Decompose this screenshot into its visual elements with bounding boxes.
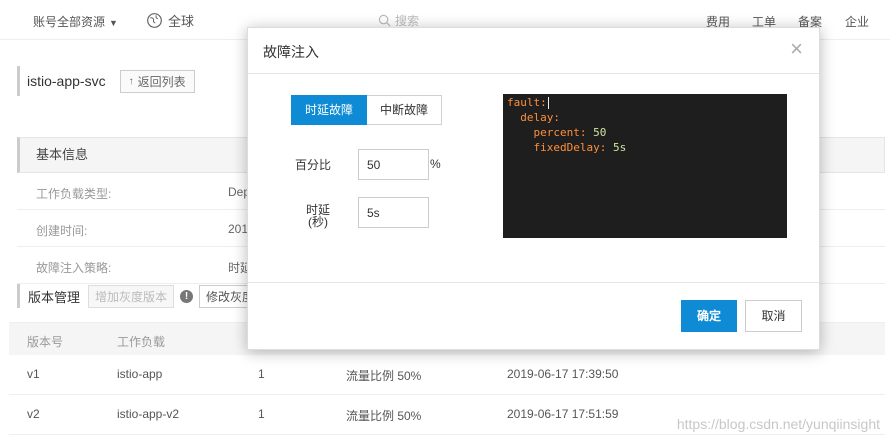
confirm-button[interactable]: 确定 xyxy=(681,300,737,332)
text-cursor xyxy=(547,97,549,109)
dialog-header: 故障注入 × xyxy=(248,28,819,74)
dialog-footer: 确定 取消 xyxy=(248,282,819,350)
percent-label: 百分比 xyxy=(295,158,332,172)
delay-seconds-input[interactable] xyxy=(358,197,429,228)
yaml-fixed-delay-key: fixedDelay: xyxy=(533,141,607,154)
close-icon[interactable]: × xyxy=(790,38,803,60)
tab-delay-fault[interactable]: 时延故障 xyxy=(291,95,368,125)
delay-label: 时延 (秒) xyxy=(306,204,330,228)
yaml-percent-key: percent: xyxy=(533,126,587,139)
percent-input[interactable] xyxy=(358,149,429,180)
fault-injection-dialog: 故障注入 × 时延故障 中断故障 百分比 % 时延 (秒) fault: del… xyxy=(247,27,820,350)
yaml-fault-key: fault: xyxy=(507,96,547,109)
delay-label-line2: (秒) xyxy=(308,215,328,229)
yaml-delay-key: delay: xyxy=(520,111,560,124)
dialog-title: 故障注入 xyxy=(263,44,319,60)
cancel-button[interactable]: 取消 xyxy=(745,300,802,332)
yaml-fixed-delay-value: 5s xyxy=(612,141,627,154)
fault-type-tabs: 时延故障 中断故障 xyxy=(291,95,443,125)
percent-unit: % xyxy=(430,157,441,171)
yaml-percent-value: 50 xyxy=(593,126,607,139)
tab-abort-fault[interactable]: 中断故障 xyxy=(367,95,443,125)
yaml-editor[interactable]: fault: delay: percent: 50 fixedDelay: 5s xyxy=(503,94,787,238)
